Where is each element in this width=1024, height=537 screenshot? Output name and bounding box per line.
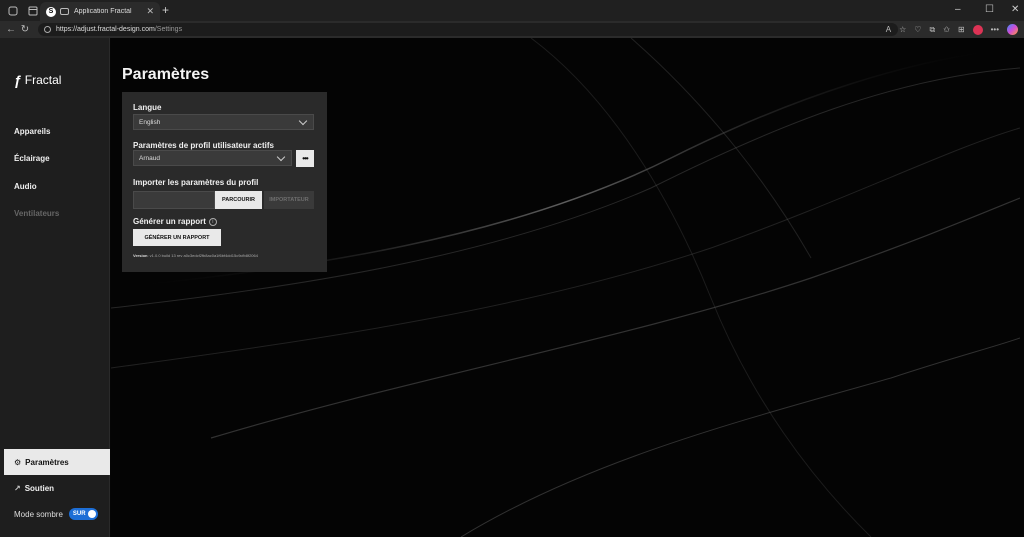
dark-mode-toggle[interactable]: SUR [68, 508, 98, 520]
read-aloud-icon[interactable]: A [886, 25, 891, 34]
favorites-icon[interactable]: ✩ [943, 25, 950, 34]
workspaces-icon[interactable] [6, 4, 20, 18]
report-label-row: Générer un rapport i [133, 217, 217, 226]
profile-avatar-icon[interactable] [972, 24, 983, 35]
version-value: : v1.0.0 build 13 rev a0c3edcf2fb8ac0a1f… [147, 253, 258, 258]
report-label: Générer un rapport [133, 217, 206, 226]
profile-value: Arnaud [139, 154, 160, 162]
browse-button[interactable]: PARCOURIR [215, 191, 262, 209]
support-label: Soutien [24, 484, 55, 493]
browser-tab[interactable]: S Application Fractal ✕ [40, 2, 160, 21]
logo-text: Fractal [24, 73, 62, 87]
tab-media-icon [60, 8, 69, 15]
dark-mode-row: Mode sombre SUR [14, 508, 98, 520]
import-button[interactable]: IMPORTATEUR [264, 191, 314, 209]
support-link[interactable]: ↗ Soutien [14, 484, 54, 493]
fractal-logo-icon: ƒ [14, 72, 22, 88]
browser-essentials-icon[interactable]: ♡ [914, 25, 921, 34]
settings-panel: Langue English Paramètres de profil util… [122, 92, 327, 272]
profile-select[interactable]: Arnaud [133, 150, 292, 166]
language-value: English [139, 118, 161, 126]
copilot-icon[interactable] [1007, 24, 1018, 35]
language-select[interactable]: English [133, 114, 314, 130]
fractal-logo: ƒ Fractal [14, 72, 61, 88]
sidebar-item-audio[interactable]: Audio [14, 182, 37, 191]
profile-label: Paramètres de profil utilisateur actifs [133, 141, 274, 150]
favorite-star-icon[interactable]: ☆ [899, 25, 906, 34]
url-host: https://adjust.fractal-design.com [56, 26, 155, 33]
chevron-down-icon [276, 152, 286, 161]
collections-icon[interactable]: ⊞ [958, 25, 965, 34]
toggle-text: SUR [72, 511, 86, 517]
tab-actions-icon[interactable] [26, 4, 40, 18]
sidebar-item-label: Paramètres [25, 457, 69, 467]
language-label: Langue [133, 103, 162, 112]
dark-mode-label: Mode sombre [14, 509, 63, 519]
toggle-knob [87, 510, 96, 518]
new-tab-icon[interactable]: + [162, 4, 169, 16]
browser-tabstrip: S Application Fractal ✕ + – ☐ ✕ [0, 0, 1024, 21]
back-icon[interactable]: ← [4, 24, 18, 35]
import-label: Importer les paramètres du profil [133, 178, 259, 187]
sidebar-item-parametres[interactable]: ⚙ Paramètres [4, 449, 110, 475]
import-file-field[interactable] [133, 191, 215, 209]
maximize-icon[interactable]: ☐ [985, 4, 994, 16]
sidebar-item-ventilateurs[interactable]: Ventilateurs [14, 209, 59, 218]
close-window-icon[interactable]: ✕ [1011, 4, 1019, 16]
more-options-icon[interactable]: ••• [991, 25, 999, 34]
version-label: Version [133, 253, 148, 258]
site-info-icon[interactable] [44, 26, 51, 33]
tab-close-icon[interactable]: ✕ [146, 6, 154, 17]
info-icon[interactable]: i [208, 217, 217, 226]
address-bar: ← ↻ https://adjust.fractal-design.com/Se… [0, 21, 1024, 38]
tab-title: Application Fractal [74, 8, 132, 15]
profile-more-button[interactable]: ••• [296, 150, 314, 167]
minimize-icon[interactable]: – [955, 4, 961, 16]
url-field[interactable]: https://adjust.fractal-design.com/Settin… [38, 23, 898, 36]
refresh-icon[interactable]: ↻ [18, 24, 32, 35]
external-link-icon: ↗ [14, 484, 21, 493]
sidebar-item-eclairage[interactable]: Éclairage [14, 154, 50, 163]
version-text: Version: v1.0.0 build 13 rev a0c3edcf2fb… [133, 253, 258, 258]
sidebar: ƒ Fractal Appareils Éclairage Audio Vent… [0, 38, 110, 537]
gear-icon: ⚙ [14, 457, 22, 467]
split-screen-icon[interactable]: ⧉ [929, 25, 935, 35]
main-content: Paramètres Langue English Paramètres de … [111, 38, 1020, 537]
sidebar-item-appareils[interactable]: Appareils [14, 127, 50, 136]
generate-report-button[interactable]: GÉNÉRER UN RAPPORT [133, 229, 221, 246]
chevron-down-icon [298, 116, 308, 125]
url-path: /Settings [154, 26, 183, 33]
fractal-favicon-icon: S [46, 6, 56, 17]
app-window: ƒ Fractal Appareils Éclairage Audio Vent… [0, 38, 1024, 537]
page-title: Paramètres [122, 66, 210, 83]
